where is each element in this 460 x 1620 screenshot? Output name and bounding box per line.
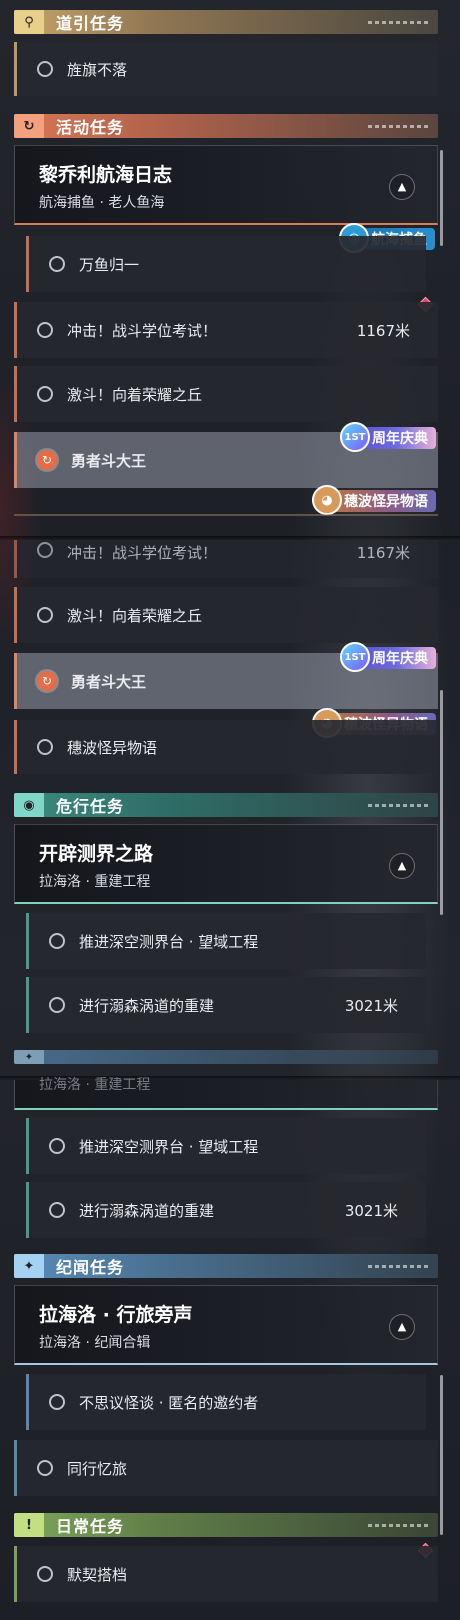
navigate-icon[interactable]: ▲ xyxy=(389,1314,415,1340)
section-header-guide[interactable]: ⚲ 道引任务 xyxy=(14,10,438,34)
navigate-icon[interactable]: ▲ xyxy=(389,853,415,879)
quest-row[interactable]: 万鱼归一 xyxy=(26,236,426,292)
event-badge-anniversary[interactable]: 1ST 周年庆典 xyxy=(340,642,436,672)
quest-row[interactable]: 默契搭档 xyxy=(14,1546,438,1602)
chapter-subtitle: 拉海洛 · 重建工程 xyxy=(39,1077,151,1093)
quest-status-circle xyxy=(49,1394,65,1410)
section-header-lore[interactable]: ✦ 纪闻任务 xyxy=(14,1254,438,1278)
quest-status-circle xyxy=(37,607,53,623)
chapter-subtitle: 航海捕鱼 · 老人鱼海 xyxy=(39,195,165,211)
quest-label: 冲击！战斗学位考试！ xyxy=(67,321,218,340)
quest-row[interactable]: 旌旗不落 xyxy=(14,42,438,96)
scroll-fade-hint xyxy=(14,508,438,522)
section-title: 日常任务 xyxy=(56,1517,125,1536)
quest-row[interactable]: 激斗！向着荣耀之丘 xyxy=(14,587,438,643)
sparkle-star-icon: ✦ xyxy=(14,1050,44,1064)
quest-label: 不思议怪谈 · 匿名的邀约者 xyxy=(79,1393,259,1412)
tracking-icon: ↻ xyxy=(37,450,57,470)
quest-row[interactable]: 推进深空测界台 · 望域工程 xyxy=(26,1118,426,1174)
quest-status-circle xyxy=(37,322,53,338)
chapter-title: 黎乔利航海日志 xyxy=(39,164,173,186)
scrollbar[interactable] xyxy=(440,150,443,246)
quest-label: 默契搭档 xyxy=(67,1565,128,1584)
section-title: 道引任务 xyxy=(56,14,125,33)
tracking-icon: ↻ xyxy=(37,671,57,691)
quest-label: 激斗！向着荣耀之丘 xyxy=(67,606,203,625)
quest-distance: 3021米 xyxy=(344,996,398,1015)
anniversary-icon: 1ST xyxy=(340,422,370,452)
eye-badge-icon: ◉ xyxy=(14,793,44,817)
anniversary-icon: 1ST xyxy=(340,642,370,672)
quest-status-circle xyxy=(49,1202,65,1218)
quest-status-circle xyxy=(37,542,53,558)
quest-row[interactable]: 同行忆旅 xyxy=(14,1440,438,1496)
quest-label: 进行溺森涡道的重建 xyxy=(79,996,215,1015)
scrollbar[interactable] xyxy=(440,690,443,915)
refresh-quest-icon: ↻ xyxy=(14,114,44,138)
quest-status-circle xyxy=(37,61,53,77)
chapter-card-partial[interactable]: 拉海洛 · 重建工程 xyxy=(14,1077,438,1110)
quest-label: 旌旗不落 xyxy=(67,60,128,79)
badge-label: 周年庆典 xyxy=(372,651,428,667)
chapter-title: 开辟测界之路 xyxy=(39,843,154,865)
quest-label: 同行忆旅 xyxy=(67,1459,128,1478)
quest-label: 穗波怪异物语 xyxy=(67,738,158,757)
quest-distance: 3021米 xyxy=(344,1201,398,1220)
section-title: 危行任务 xyxy=(56,797,125,816)
quest-label: 进行溺森涡道的重建 xyxy=(79,1201,215,1220)
quest-distance: 1167米 xyxy=(356,544,410,562)
chapter-subtitle: 拉海洛 · 纪闻合辑 xyxy=(39,1335,151,1351)
quest-row[interactable]: 激斗！向着荣耀之丘 xyxy=(14,366,438,422)
quest-distance: 1167米 xyxy=(356,321,410,340)
quest-status-circle xyxy=(37,1460,53,1476)
quest-row[interactable]: 穗波怪异物语 xyxy=(14,720,438,774)
quest-status-circle xyxy=(49,256,65,272)
header-decoration xyxy=(368,1523,428,1527)
quest-status-circle xyxy=(49,933,65,949)
quest-label: 激斗！向着荣耀之丘 xyxy=(67,385,203,404)
quest-label: 冲击！战斗学位考试！ xyxy=(67,544,218,562)
chapter-card[interactable]: 开辟测界之路 拉海洛 · 重建工程 ▲ xyxy=(14,824,438,904)
quest-status-circle xyxy=(49,997,65,1013)
quest-row[interactable]: 进行溺森涡道的重建 3021米 xyxy=(26,977,426,1033)
quest-label: 推进深空测界台 · 望域工程 xyxy=(79,932,259,951)
chapter-card[interactable]: 拉海洛 · 行旅旁声 拉海洛 · 纪闻合辑 ▲ xyxy=(14,1285,438,1365)
exclamation-icon: ! xyxy=(14,1513,44,1537)
quest-label: 万鱼归一 xyxy=(79,255,140,274)
quest-label: 勇者斗大王 xyxy=(71,672,147,691)
chapter-subtitle: 拉海洛 · 重建工程 xyxy=(39,874,151,890)
scrollbar[interactable] xyxy=(440,1375,443,1535)
header-decoration xyxy=(368,803,428,807)
chapter-card[interactable]: 黎乔利航海日志 航海捕鱼 · 老人鱼海 ▲ xyxy=(14,145,438,225)
badge-label: 周年庆典 xyxy=(372,431,428,447)
quest-status-circle xyxy=(49,1138,65,1154)
map-pin-icon: ⚲ xyxy=(14,10,44,34)
chapter-title: 拉海洛 · 行旅旁声 xyxy=(39,1304,193,1326)
header-decoration xyxy=(368,124,428,128)
section-header-activity[interactable]: ↻ 活动任务 xyxy=(14,114,438,138)
quest-row[interactable]: 不思议怪谈 · 匿名的邀约者 xyxy=(26,1374,426,1430)
section-header-danger[interactable]: ◉ 危行任务 xyxy=(14,793,438,817)
quest-row-partial[interactable]: 冲击！战斗学位考试！ 1167米 xyxy=(14,540,438,578)
quest-status-circle xyxy=(37,386,53,402)
quest-label: 勇者斗大王 xyxy=(71,451,147,470)
section-title: 纪闻任务 xyxy=(56,1258,125,1277)
section-header-daily[interactable]: ! 日常任务 xyxy=(14,1513,438,1537)
quest-row[interactable]: 进行溺森涡道的重建 3021米 xyxy=(26,1182,426,1238)
section-header-lore-partial[interactable]: ✦ xyxy=(14,1050,438,1064)
quest-row[interactable]: 冲击！战斗学位考试！ 1167米 xyxy=(14,302,438,358)
header-decoration xyxy=(368,1264,428,1268)
header-decoration xyxy=(368,20,428,24)
event-badge-anniversary[interactable]: 1ST 周年庆典 xyxy=(340,422,436,452)
sparkle-star-icon: ✦ xyxy=(14,1254,44,1278)
section-title: 活动任务 xyxy=(56,118,125,137)
quest-label: 推进深空测界台 · 望域工程 xyxy=(79,1137,259,1156)
navigate-icon[interactable]: ▲ xyxy=(389,174,415,200)
quest-row[interactable]: 推进深空测界台 · 望域工程 xyxy=(26,913,426,969)
quest-status-circle xyxy=(37,739,53,755)
quest-status-circle xyxy=(37,1566,53,1582)
